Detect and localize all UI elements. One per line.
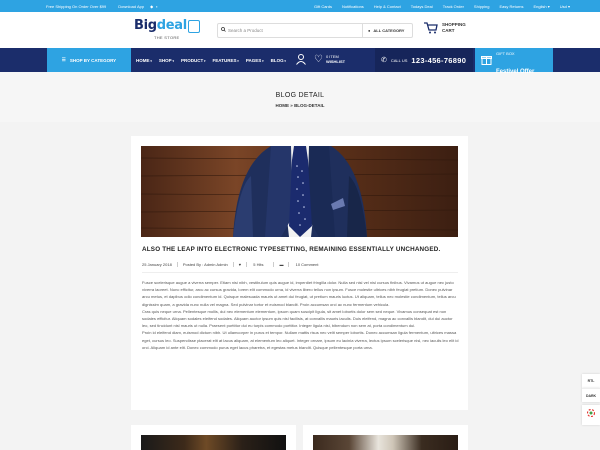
nav-item-shop[interactable]: SHOP <box>159 58 174 63</box>
dark-mode-toggle[interactable]: DARK <box>582 388 600 402</box>
menu-icon: ☰ <box>61 57 66 62</box>
page-title: BLOG DETAIL <box>275 92 325 99</box>
gift-box-offer[interactable]: GIFT BOX Festivel Offer <box>475 48 553 75</box>
post-comments-value: 10 Comment <box>295 262 319 267</box>
phone-icon: ✆ <box>381 57 387 64</box>
post-hits: ♥ 5 Hits <box>234 262 275 267</box>
breadcrumb-home[interactable]: HOME <box>276 103 290 108</box>
wishlist-label: WISHLIST <box>325 59 346 64</box>
topbar-link-shipping[interactable]: Shipping <box>474 4 490 9</box>
logo-text-a: Big <box>134 18 157 33</box>
category-dropdown[interactable]: ● ALL CATEGORY <box>362 24 412 37</box>
gift-box-title: GIFT BOX <box>496 51 515 56</box>
wishlist-text: 0 ITEM WISHLIST <box>326 54 345 64</box>
shopping-bag-icon <box>187 20 200 33</box>
post-paragraph: Fusce scelerisque augue a viverra semper… <box>142 280 456 307</box>
post-date: 25 January 2018 <box>142 262 178 267</box>
main-nav: ☰ SHOP BY CATEGORY HOME SHOP PRODUCT FEA… <box>0 48 600 75</box>
breadcrumb-separator: » <box>290 103 293 108</box>
download-app-link[interactable]: Download App <box>118 4 144 9</box>
user-icon[interactable] <box>296 54 306 67</box>
shop-by-category-button[interactable]: ☰ SHOP BY CATEGORY <box>47 48 131 72</box>
related-post-card[interactable] <box>303 425 468 450</box>
currency-select[interactable]: Usd ▾ <box>560 4 570 9</box>
shopping-cart-button[interactable]: SHOPPING CART <box>424 22 466 34</box>
topbar-link-todays-deal[interactable]: Todays Deal <box>411 4 433 9</box>
blog-hero-image <box>141 146 458 237</box>
search-bar: Search a Product ● ALL CATEGORY <box>217 23 413 38</box>
post-body: Fusce scelerisque augue a viverra semper… <box>142 279 460 351</box>
rtl-toggle[interactable]: RTL <box>582 374 600 388</box>
logo-text-b: deal <box>156 18 187 33</box>
cart-icon <box>424 22 438 34</box>
language-select[interactable]: English ▾ <box>534 4 550 9</box>
post-paragraph: Cras quis neque urna. Pellentesque molli… <box>142 308 453 329</box>
divider <box>142 272 458 273</box>
search-icon[interactable] <box>218 27 228 34</box>
topbar-link-gift-cards[interactable]: Gift Cards <box>314 4 332 9</box>
logo[interactable]: Bigdeal THE STORE <box>134 18 200 40</box>
related-post-image <box>313 435 458 450</box>
category-label: ALL CATEGORY <box>373 28 405 33</box>
logo-text: Bigdeal <box>134 18 187 33</box>
android-icon[interactable]: ◆ <box>150 4 153 9</box>
blog-detail-card: ALSO THE LEAP INTO ELECTRONIC TYPESETTIN… <box>131 136 468 410</box>
nav-item-features[interactable]: FEATURES <box>213 58 239 63</box>
related-post-image <box>141 435 286 450</box>
topbar-link-notifications[interactable]: Notifications <box>342 4 364 9</box>
gift-box-subtitle: Festivel Offer <box>496 69 535 75</box>
gift-box-text: GIFT BOX Festivel Offer <box>496 42 534 78</box>
search-input[interactable]: Search a Product <box>228 28 362 33</box>
post-hits-value: 5 Hits <box>253 262 264 267</box>
page-header: BLOG DETAIL HOME » BLOG-DETAIL <box>0 72 600 122</box>
phone-number[interactable]: 123-456-76890 <box>411 56 466 65</box>
nav-item-home[interactable]: HOME <box>136 58 152 63</box>
post-title: ALSO THE LEAP INTO ELECTRONIC TYPESETTIN… <box>142 246 441 253</box>
topbar-link-track-order[interactable]: Track Order <box>443 4 464 9</box>
nav-item-product[interactable]: PRODUCT <box>181 58 206 63</box>
heart-icon: ♡ <box>314 53 323 65</box>
color-picker-button[interactable] <box>582 405 600 425</box>
breadcrumb: HOME » BLOG-DETAIL <box>0 103 600 108</box>
cart-label: SHOPPING CART <box>442 22 466 34</box>
gift-icon <box>481 54 492 67</box>
top-bar: Free Shipping On Order Over $99 Download… <box>0 0 600 12</box>
logo-tagline: THE STORE <box>154 35 180 40</box>
comment-icon: ▬ <box>279 262 290 267</box>
color-palette-icon <box>586 408 596 419</box>
call-us-label: CALL US <box>390 57 408 63</box>
windows-icon[interactable]: ▪ <box>156 4 157 9</box>
post-author[interactable]: Posted By : Admin Admin <box>178 262 234 267</box>
free-shipping-text: Free Shipping On Order Over $99 <box>46 3 107 9</box>
cart-label-line1: SHOPPING <box>442 22 466 27</box>
cart-label-line2: CART <box>442 28 455 33</box>
category-dot-icon: ● <box>368 28 371 33</box>
currency-value: Usd <box>559 3 567 9</box>
post-meta: 25 January 2018 Posted By : Admin Admin … <box>142 262 329 267</box>
breadcrumb-current: BLOG-DETAIL <box>294 103 325 108</box>
topbar-link-help[interactable]: Help & Contact <box>374 4 401 9</box>
nav-item-blog[interactable]: BLOG <box>271 58 286 63</box>
post-paragraph: Proin id eleifend diam, euismod dictum n… <box>142 330 459 350</box>
topbar-link-easy-returns[interactable]: Easy Returns <box>499 4 523 9</box>
shop-by-category-label: SHOP BY CATEGORY <box>69 57 117 63</box>
call-us-box: ✆ CALL US 123-456-76890 <box>375 48 473 72</box>
language-value: English <box>533 3 547 9</box>
heart-icon: ♥ <box>238 262 248 267</box>
nav-menu: HOME SHOP PRODUCT FEATURES PAGES BLOG <box>136 48 286 72</box>
post-comments[interactable]: ▬ 10 Comment <box>274 262 328 267</box>
nav-item-pages[interactable]: PAGES <box>246 58 264 63</box>
wishlist-button[interactable]: ♡ 0 ITEM WISHLIST <box>314 54 345 64</box>
related-post-card[interactable] <box>131 425 296 450</box>
